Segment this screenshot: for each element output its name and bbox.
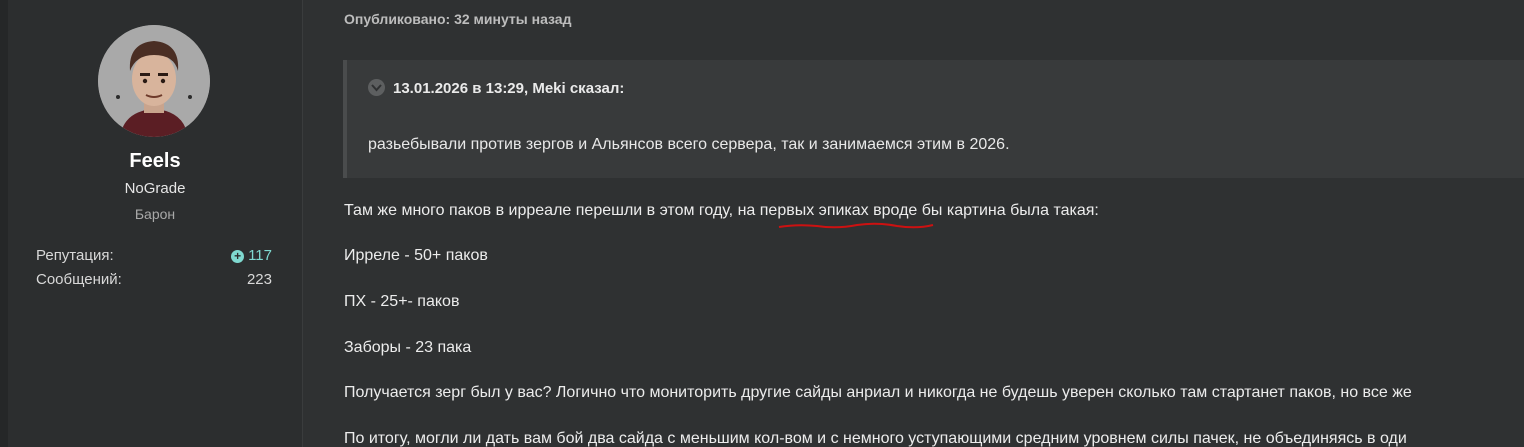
quote-author-line: 13.01.2026 в 13:29, Meki сказал: <box>393 80 625 97</box>
avatar[interactable] <box>98 25 210 137</box>
reputation-count: 117 <box>248 247 272 264</box>
forum-post: Feels NoGrade Барон Репутация: +117 Сооб… <box>0 0 1524 447</box>
author-panel: Feels NoGrade Барон Репутация: +117 Сооб… <box>8 0 303 447</box>
post-paragraph: Ирреле - 50+ паков <box>344 247 488 264</box>
stat-posts: Сообщений: 223 <box>36 271 272 291</box>
post-paragraph: Получается зерг был у вас? Логично что м… <box>344 384 1412 401</box>
stat-label: Репутация: <box>36 247 114 264</box>
author-title: NoGrade <box>124 180 186 197</box>
avatar-image <box>98 25 210 137</box>
post-content: Опубликовано: 32 минуты назад 13.01.2026… <box>303 0 1524 447</box>
post-paragraph: По итогу, могли ли дать вам бой два сайд… <box>344 430 1407 447</box>
post-paragraph: Заборы - 23 пака <box>344 339 472 356</box>
author-name[interactable]: Feels <box>8 150 302 173</box>
quote-block: 13.01.2026 в 13:29, Meki сказал: разьебы… <box>343 60 1524 178</box>
quote-text: разьебывали против зергов и Альянсов все… <box>368 136 1010 153</box>
plus-circle-icon: + <box>231 250 245 263</box>
page-edge <box>0 0 8 447</box>
chevron-down-icon[interactable] <box>368 79 385 96</box>
stat-reputation: Репутация: +117 <box>36 247 272 267</box>
stat-value: 223 <box>246 271 272 288</box>
post-paragraph: ПХ - 25+- паков <box>344 293 460 310</box>
post-paragraph: Там же много паков в ирреале перешли в э… <box>344 202 1099 219</box>
stat-label: Сообщений: <box>36 271 122 288</box>
quote-header[interactable]: 13.01.2026 в 13:29, Meki сказал: <box>368 79 624 97</box>
post-date[interactable]: Опубликовано: 32 минуты назад <box>344 11 571 27</box>
stat-value: +117 <box>231 247 272 264</box>
author-rank: Барон <box>134 206 176 222</box>
red-underline-annotation <box>778 222 934 229</box>
